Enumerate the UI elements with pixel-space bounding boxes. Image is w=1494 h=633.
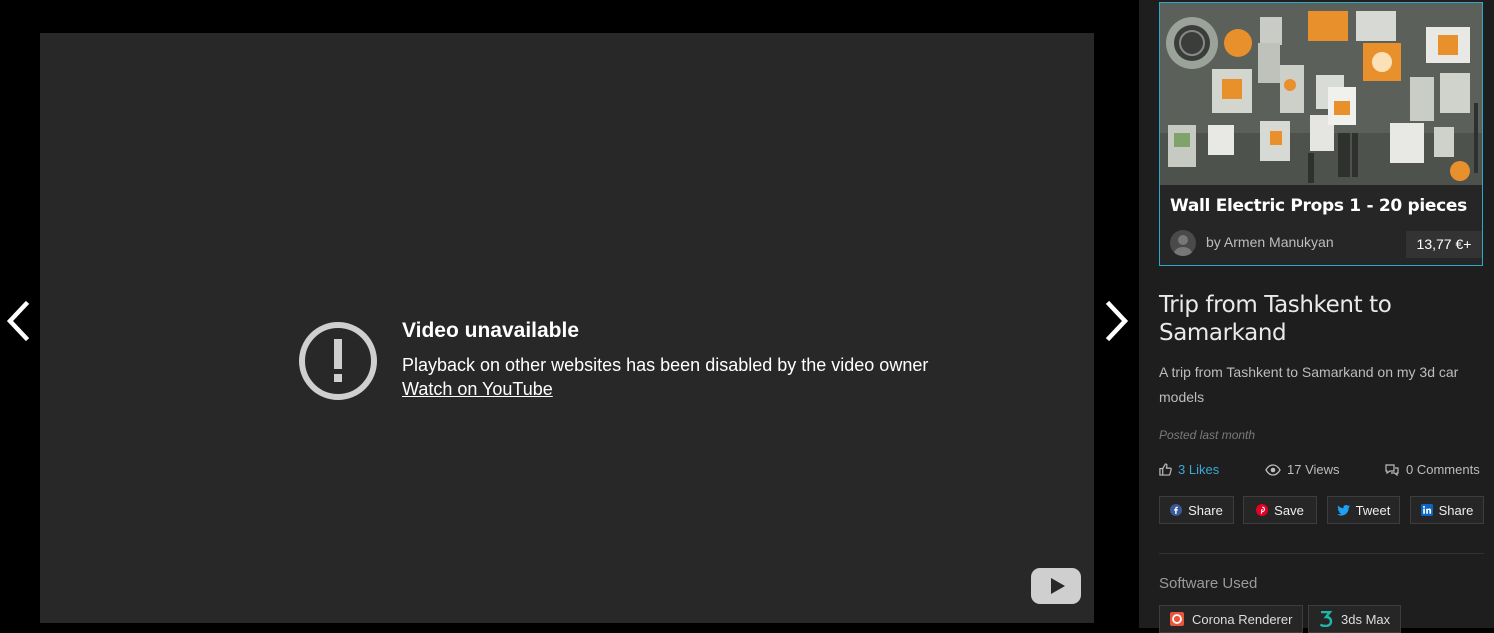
- youtube-icon[interactable]: [1031, 568, 1081, 604]
- promo-card[interactable]: Wall Electric Props 1 - 20 pieces by Arm…: [1159, 2, 1483, 266]
- promo-thumbnail: [1160, 3, 1482, 185]
- previous-arrow-icon[interactable]: [4, 300, 34, 342]
- thumbs-up-icon: [1159, 463, 1172, 476]
- watch-on-youtube-link[interactable]: Watch on YouTube: [402, 379, 553, 400]
- alert-icon: [299, 322, 377, 400]
- avatar[interactable]: [1170, 230, 1196, 256]
- pinterest-icon: [1256, 504, 1269, 516]
- video-error-title: Video unavailable: [402, 319, 580, 342]
- media-stage: Video unavailable Playback on other webs…: [0, 0, 1139, 628]
- twitter-tweet-button[interactable]: Tweet: [1327, 496, 1400, 524]
- user-icon: [1174, 235, 1192, 256]
- twitter-tweet-label: Tweet: [1355, 502, 1391, 518]
- likes-count: 3 Likes: [1178, 462, 1220, 477]
- comments-button[interactable]: 0 Comments: [1384, 462, 1480, 477]
- eye-icon: [1265, 463, 1281, 476]
- software-chip-3ds-max[interactable]: 3ds Max: [1308, 605, 1402, 633]
- linkedin-share-button[interactable]: Share: [1410, 496, 1484, 524]
- software-label: Corona Renderer: [1192, 611, 1293, 627]
- facebook-share-label: Share: [1188, 502, 1223, 518]
- views-stat: 17 Views: [1265, 462, 1340, 477]
- twitter-icon: [1336, 504, 1350, 516]
- promo-title: Wall Electric Props 1 - 20 pieces: [1170, 196, 1467, 216]
- likes-button[interactable]: 3 Likes: [1159, 462, 1219, 477]
- comments-count: 0 Comments: [1406, 462, 1480, 477]
- software-chip-corona-renderer[interactable]: Corona Renderer: [1159, 605, 1304, 633]
- video-player[interactable]: Video unavailable Playback on other webs…: [40, 33, 1094, 623]
- 3ds-max-icon: [1319, 611, 1333, 627]
- price-badge[interactable]: 13,77 €+: [1406, 231, 1482, 258]
- page-title: Trip from Tashkent to Samarkand: [1159, 292, 1392, 346]
- linkedin-share-label: Share: [1438, 502, 1474, 518]
- promo-author[interactable]: by Armen Manukyan: [1206, 234, 1334, 250]
- comments-icon: [1385, 464, 1399, 476]
- sidebar: Wall Electric Props 1 - 20 pieces by Arm…: [1139, 0, 1494, 633]
- software-heading: Software Used: [1159, 575, 1258, 592]
- pinterest-save-button[interactable]: Save: [1243, 496, 1317, 524]
- facebook-share-button[interactable]: Share: [1159, 496, 1234, 524]
- views-count: 17 Views: [1287, 462, 1340, 477]
- corona-renderer-icon: [1170, 612, 1184, 626]
- divider: [1159, 553, 1484, 554]
- linkedin-icon: [1420, 504, 1433, 516]
- posted-timestamp: Posted last month: [1159, 428, 1256, 442]
- post-description: A trip from Tashkent to Samarkand on my …: [1159, 364, 1459, 405]
- pinterest-save-label: Save: [1274, 502, 1304, 518]
- next-arrow-icon[interactable]: [1101, 300, 1131, 342]
- facebook-icon: [1170, 504, 1183, 516]
- post-stats: 3 Likes 17 Views 0 Comments: [1159, 462, 1484, 482]
- software-label: 3ds Max: [1341, 611, 1391, 627]
- video-error-message: Playback on other websites has been disa…: [402, 355, 929, 375]
